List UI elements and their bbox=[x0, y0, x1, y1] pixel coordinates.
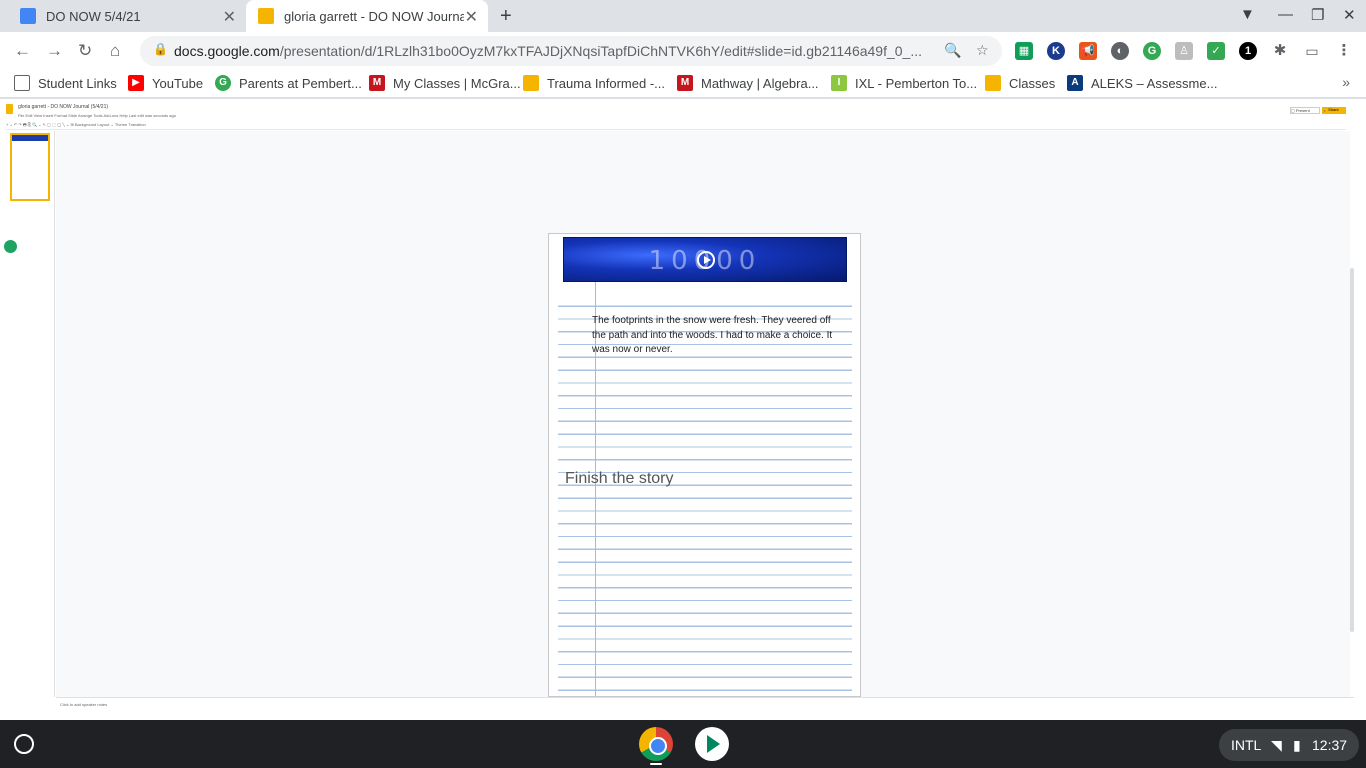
chrome-icon[interactable] bbox=[639, 727, 673, 761]
running-indicator bbox=[650, 763, 662, 765]
mathway-icon: M bbox=[677, 75, 693, 91]
close-tab-icon[interactable]: ✕ bbox=[465, 7, 478, 27]
present-button[interactable]: ▢ Present bbox=[1290, 107, 1320, 114]
sheets-extension-icon[interactable]: ▦ bbox=[1015, 42, 1033, 60]
announce-extension-icon[interactable]: 📢 bbox=[1079, 42, 1097, 60]
bookmark-mcgraw[interactable]: M My Classes | McGra... bbox=[369, 75, 521, 91]
bookmark-parents[interactable]: G Parents at Pembert... bbox=[215, 75, 362, 91]
slide[interactable]: 10000 The footprints in the snow were fr… bbox=[548, 233, 861, 697]
lock-icon: 🔒 bbox=[153, 42, 168, 56]
bookmark-star-icon[interactable]: ☆ bbox=[976, 42, 989, 59]
ixl-icon: I bbox=[831, 75, 847, 91]
tab-title: gloria garrett - DO NOW Journal bbox=[284, 8, 464, 24]
youtube-icon: ▶ bbox=[128, 75, 144, 91]
bookmark-trauma[interactable]: Trauma Informed -... bbox=[523, 75, 665, 91]
close-window-icon[interactable]: ✕ bbox=[1343, 6, 1356, 24]
slide-thumbnail[interactable] bbox=[10, 133, 50, 201]
os-shelf bbox=[0, 720, 1366, 768]
more-menu-icon[interactable]: ⋮ bbox=[1335, 42, 1353, 60]
read-aloud-extension-icon[interactable]: ◐ bbox=[1111, 42, 1129, 60]
document-title[interactable]: gloria garrett - DO NOW Journal (5/4/21) bbox=[18, 104, 108, 110]
bookmark-student-links[interactable]: Student Links bbox=[14, 75, 117, 91]
screencastify-extension-icon[interactable]: ✓ bbox=[1207, 42, 1225, 60]
bookmark-classes[interactable]: Classes bbox=[985, 75, 1055, 91]
home-icon[interactable]: ⌂ bbox=[110, 41, 120, 61]
extensions-puzzle-icon[interactable]: ✱ bbox=[1271, 42, 1289, 60]
extension-icon[interactable]: ♙ bbox=[1175, 42, 1193, 60]
slides-favicon-icon bbox=[258, 8, 274, 24]
video-thumbnail[interactable]: 10000 bbox=[563, 237, 847, 282]
bookmark-youtube[interactable]: ▶ YouTube bbox=[128, 75, 203, 91]
tab-do-now-journal[interactable]: gloria garrett - DO NOW Journal ✕ bbox=[246, 0, 488, 32]
browser-toolbar: ← → ↻ ⌂ 🔒 docs.google.com/presentation/d… bbox=[0, 32, 1366, 70]
input-method-label: INTL bbox=[1231, 737, 1262, 753]
forward-icon[interactable]: → bbox=[46, 41, 63, 61]
slides-icon bbox=[523, 75, 539, 91]
restore-icon[interactable]: ❐ bbox=[1311, 6, 1324, 24]
onetab-extension-icon[interactable]: 1 bbox=[1239, 42, 1257, 60]
more-bookmarks-icon[interactable]: » bbox=[1342, 74, 1350, 90]
chat-bubble-icon[interactable] bbox=[4, 240, 17, 253]
cast-icon[interactable]: ▭ bbox=[1303, 42, 1321, 60]
close-tab-icon[interactable]: ✕ bbox=[223, 7, 236, 27]
kami-extension-icon[interactable]: K bbox=[1047, 42, 1065, 60]
share-button[interactable]: 🔒 Share bbox=[1322, 107, 1346, 114]
classroom-favicon-icon bbox=[20, 8, 36, 24]
finish-story-text[interactable]: Finish the story bbox=[565, 470, 673, 488]
bookmark-ixl[interactable]: I IXL - Pemberton To... bbox=[831, 75, 977, 91]
zoom-icon[interactable]: 🔍 bbox=[944, 42, 961, 59]
story-prompt-text[interactable]: The footprints in the snow were fresh. T… bbox=[592, 314, 847, 358]
aleks-icon: A bbox=[1067, 75, 1083, 91]
clock: 12:37 bbox=[1312, 737, 1348, 753]
address-bar[interactable]: 🔒 docs.google.com/presentation/d/1RLzlh3… bbox=[140, 36, 1002, 66]
back-icon[interactable]: ← bbox=[14, 41, 31, 61]
play-store-icon[interactable] bbox=[695, 727, 729, 761]
bookmark-aleks[interactable]: A ALEKS – Assessme... bbox=[1067, 75, 1217, 91]
url-text: docs.google.com/presentation/d/1RLzlh31b… bbox=[174, 43, 923, 59]
slide-filmstrip bbox=[0, 131, 55, 697]
battery-icon: ▮ bbox=[1293, 737, 1301, 753]
speaker-notes[interactable]: Click to add speaker notes bbox=[56, 697, 1354, 720]
menu-bar[interactable]: File Edit View Insert Format Slide Arran… bbox=[18, 113, 176, 118]
launcher-icon[interactable] bbox=[14, 734, 34, 754]
minimize-icon[interactable]: — bbox=[1278, 6, 1293, 23]
new-tab-button[interactable]: + bbox=[500, 5, 512, 28]
status-tray[interactable]: INTL ◥ ▮ 12:37 bbox=[1219, 729, 1359, 761]
google-icon: G bbox=[215, 75, 231, 91]
side-panel bbox=[1354, 131, 1366, 697]
slides-logo-icon[interactable] bbox=[6, 104, 13, 114]
classroom-icon bbox=[985, 75, 1001, 91]
play-icon[interactable] bbox=[697, 251, 715, 269]
bookmark-mathway[interactable]: M Mathway | Algebra... bbox=[677, 75, 819, 91]
slides-toolbar[interactable]: + ⌄ ↶ ↷ 🖶 ⎘ 🔍 ⌄ ↖ ▢ ⬚ ◯ ╲ ⌄ ⊞ Background… bbox=[6, 122, 1346, 130]
tab-strip: DO NOW 5/4/21 ✕ gloria garrett - DO NOW … bbox=[0, 0, 1366, 32]
folder-icon bbox=[14, 75, 30, 91]
tab-do-now[interactable]: DO NOW 5/4/21 ✕ bbox=[0, 0, 246, 32]
tab-title: DO NOW 5/4/21 bbox=[46, 8, 141, 24]
mcgraw-icon: M bbox=[369, 75, 385, 91]
profile-menu-icon[interactable]: ▼ bbox=[1240, 6, 1255, 23]
grammarly-extension-icon[interactable]: G bbox=[1143, 42, 1161, 60]
wifi-icon: ◥ bbox=[1271, 737, 1282, 753]
reload-icon[interactable]: ↻ bbox=[78, 41, 92, 61]
bookmarks-bar: Student Links ▶ YouTube G Parents at Pem… bbox=[0, 70, 1366, 98]
